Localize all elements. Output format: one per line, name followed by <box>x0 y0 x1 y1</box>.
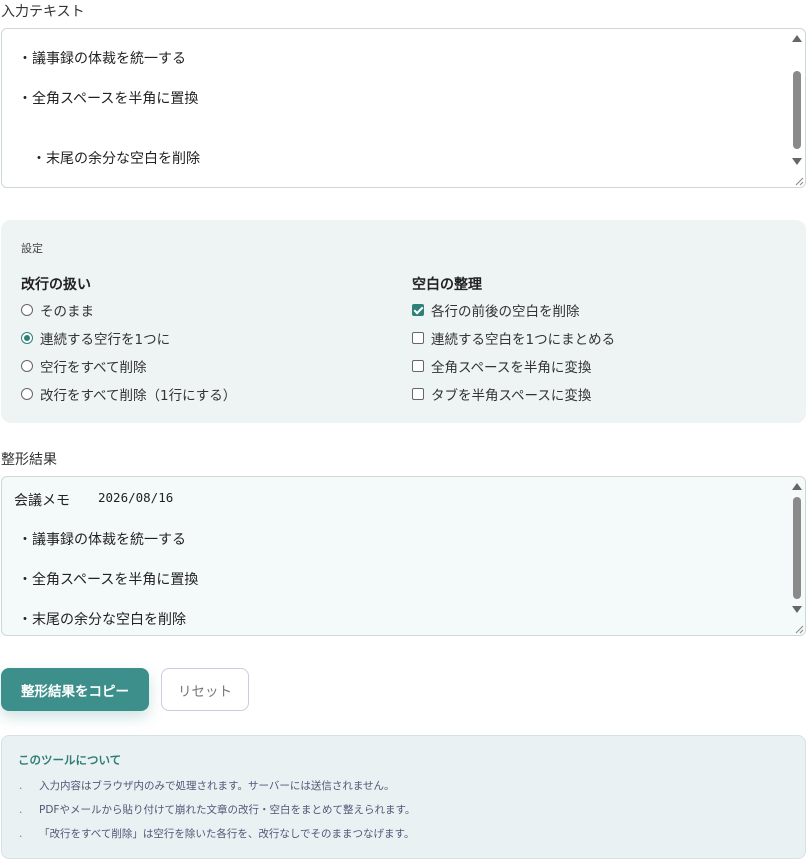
radio-label: そのまま <box>40 304 94 320</box>
radio-label: 連続する空行を1つに <box>40 332 171 348</box>
input-line: ・末尾の余分な空白を削除 <box>18 151 200 167</box>
reset-button[interactable]: リセット <box>161 668 249 711</box>
output-date: 2026/08/16 <box>98 490 174 505</box>
scroll-down-icon[interactable] <box>792 158 802 165</box>
output-scrollbar[interactable] <box>791 479 803 617</box>
checkbox-label: 各行の前後の空白を削除 <box>431 304 580 320</box>
scroll-up-icon[interactable] <box>792 483 802 490</box>
input-scrollbar[interactable] <box>791 31 803 169</box>
checkbox-icon[interactable] <box>412 332 424 344</box>
radio-merge-blank-lines[interactable]: 連続する空行を1つに <box>21 329 171 348</box>
checkbox-collapse-spaces[interactable]: 連続する空白を1つにまとめる <box>412 329 616 348</box>
about-item: . PDFやメールから貼り付けて崩れた文章の改行・空白をまとめて整えられます。 <box>19 802 415 817</box>
output-line: ・末尾の余分な空白を削除 <box>18 612 186 628</box>
bullet-icon: . <box>19 828 23 840</box>
radio-remove-all-newlines[interactable]: 改行をすべて削除（1行にする） <box>21 385 237 404</box>
checkbox-tab-to-space[interactable]: タブを半角スペースに変換 <box>412 385 592 404</box>
output-line: ・議事録の体裁を統一する <box>18 532 186 548</box>
input-label: 入力テキスト <box>1 4 85 20</box>
checkbox-checked-icon[interactable] <box>412 304 424 316</box>
settings-panel: 設定 改行の扱い そのまま 連続する空行を1つに 空行をすべて削除 改行をすべて… <box>1 220 806 423</box>
radio-icon[interactable] <box>21 304 33 316</box>
checkbox-label: 全角スペースを半角に変換 <box>431 360 592 376</box>
resize-grip-icon[interactable] <box>792 622 804 634</box>
radio-remove-blank-lines[interactable]: 空行をすべて削除 <box>21 357 147 376</box>
about-item: . 「改行をすべて削除」は空行を除いた各行を、改行なしでそのままつなげます。 <box>19 826 414 841</box>
input-textarea[interactable]: ・議事録の体裁を統一する ・全角スペースを半角に置換 ・末尾の余分な空白を削除 <box>1 28 806 188</box>
newline-group-title: 改行の扱い <box>21 277 91 293</box>
scroll-thumb[interactable] <box>793 71 801 149</box>
about-item-text: 「改行をすべて削除」は空行を除いた各行を、改行なしでそのままつなげます。 <box>39 828 415 840</box>
radio-label: 改行をすべて削除（1行にする） <box>40 388 237 404</box>
output-label: 整形結果 <box>1 452 57 468</box>
output-line: ・全角スペースを半角に置換 <box>18 572 199 588</box>
checkbox-icon[interactable] <box>412 388 424 400</box>
about-title: このツールについて <box>18 753 122 767</box>
resize-grip-icon[interactable] <box>792 174 804 186</box>
scroll-up-icon[interactable] <box>792 35 802 42</box>
bullet-icon: . <box>19 804 23 816</box>
checkbox-fullwidth-space[interactable]: 全角スペースを半角に変換 <box>412 357 592 376</box>
radio-keep[interactable]: そのまま <box>21 301 94 320</box>
radio-icon[interactable] <box>21 388 33 400</box>
scroll-thumb[interactable] <box>793 497 801 599</box>
about-item-text: PDFやメールから貼り付けて崩れた文章の改行・空白をまとめて整えられます。 <box>39 804 416 816</box>
checkbox-icon[interactable] <box>412 360 424 372</box>
radio-label: 空行をすべて削除 <box>40 360 147 376</box>
checkbox-trim-lines[interactable]: 各行の前後の空白を削除 <box>412 301 580 320</box>
checkbox-label: 連続する空白を1つにまとめる <box>431 332 616 348</box>
radio-selected-icon[interactable] <box>21 332 33 344</box>
input-line: ・議事録の体裁を統一する <box>18 51 186 67</box>
output-line: 会議メモ <box>14 493 70 509</box>
about-item-text: 入力内容はブラウザ内のみで処理されます。サーバーには送信されません。 <box>39 780 395 792</box>
about-item: . 入力内容はブラウザ内のみで処理されます。サーバーには送信されません。 <box>19 778 395 793</box>
input-line: ・全角スペースを半角に置換 <box>18 91 199 107</box>
output-textarea[interactable]: 会議メモ 2026/08/16 ・議事録の体裁を統一する ・全角スペースを半角に… <box>1 476 806 636</box>
whitespace-group-title: 空白の整理 <box>412 277 482 293</box>
copy-result-button[interactable]: 整形結果をコピー <box>1 668 149 711</box>
about-box: このツールについて . 入力内容はブラウザ内のみで処理されます。サーバーには送信さ… <box>1 735 806 859</box>
bullet-icon: . <box>19 780 23 792</box>
settings-title: 設定 <box>21 242 43 255</box>
checkbox-label: タブを半角スペースに変換 <box>431 388 592 404</box>
scroll-down-icon[interactable] <box>792 606 802 613</box>
radio-icon[interactable] <box>21 360 33 372</box>
